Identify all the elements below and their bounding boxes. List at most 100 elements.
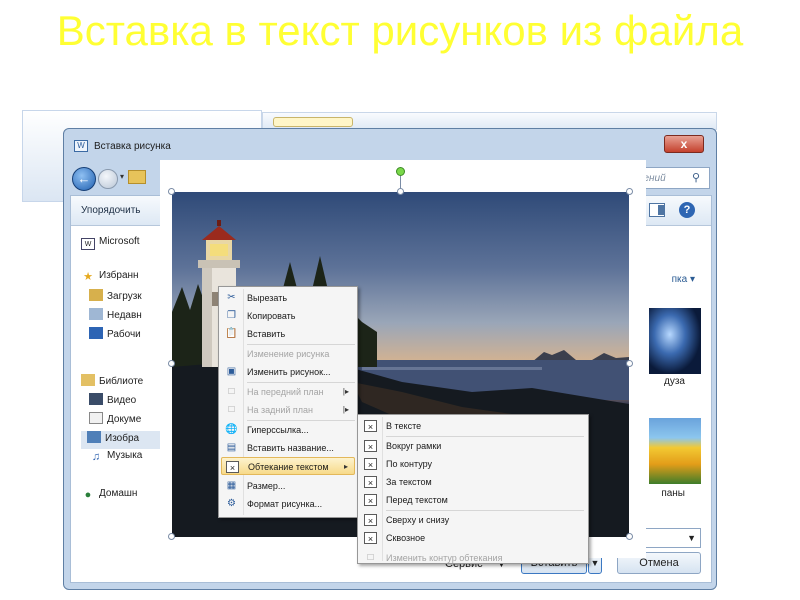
resize-handle-top[interactable]: [397, 188, 404, 195]
nav-item-label: Microsoft: [99, 236, 140, 247]
copy-icon: ❐: [227, 310, 236, 321]
wrap-tight[interactable]: × По контуру: [360, 455, 586, 473]
menu-item-label: Изменение рисунка: [247, 349, 330, 359]
wrap-in-line[interactable]: × В тексте: [360, 417, 586, 435]
preview-pane-icon[interactable]: [649, 203, 665, 217]
arrange-by-link[interactable]: пка ▾: [672, 274, 695, 285]
nav-item-label: Докуме: [107, 414, 142, 425]
nav-item-desktop[interactable]: Рабочи: [89, 327, 141, 345]
submenu-item-label: В тексте: [386, 421, 422, 431]
forward-button[interactable]: [98, 169, 118, 189]
nav-item-downloads[interactable]: Загрузк: [89, 289, 142, 307]
slide-title: Вставка в текст рисунков из файла: [56, 7, 744, 54]
menu-item-edit-picture: Изменение рисунка: [221, 345, 355, 363]
file-label[interactable]: паны: [661, 488, 685, 499]
text-wrap-submenu: × В тексте × Вокруг рамки × По контуру × За …: [357, 414, 589, 564]
menu-item-cut[interactable]: ✂ Вырезать: [221, 289, 355, 307]
video-icon: [89, 393, 103, 405]
dialog-titlebar[interactable]: W Вставка рисунка x: [64, 129, 716, 161]
format-picture-icon: ⚙: [227, 498, 236, 509]
nav-item-libraries[interactable]: Библиоте: [81, 374, 143, 392]
wrap-top-bottom-icon: ×: [364, 514, 377, 526]
menu-item-label: Вставить: [247, 329, 286, 339]
menu-item-insert-caption[interactable]: ▤ Вставить название...: [221, 439, 355, 457]
wrap-in-front-of-text[interactable]: × Перед текстом: [360, 491, 586, 509]
menu-item-copy[interactable]: ❐ Копировать: [221, 307, 355, 325]
nav-item-label: Избранн: [99, 270, 139, 281]
nav-item-documents[interactable]: Докуме: [89, 412, 141, 430]
wrap-behind-text[interactable]: × За текстом: [360, 473, 586, 491]
submenu-item-label: За текстом: [386, 477, 432, 487]
back-button[interactable]: ←: [72, 167, 96, 191]
submenu-arrow-icon: ▸: [343, 462, 348, 471]
nav-item-homegroup[interactable]: ● Домашн: [81, 488, 138, 506]
word-icon: W: [81, 238, 95, 250]
menu-item-format-picture[interactable]: ⚙ Формат рисунка...: [221, 495, 355, 513]
resize-handle-top-right[interactable]: [626, 188, 633, 195]
menu-item-label: Копировать: [247, 311, 296, 321]
menu-item-paste[interactable]: 📋 Вставить: [221, 325, 355, 343]
caption-icon: ▤: [226, 442, 237, 453]
nav-item-recent[interactable]: Недавн: [89, 308, 142, 326]
picture-context-menu: ✂ Вырезать ❐ Копировать 📋 Вставить Изменени…: [218, 286, 358, 518]
wrap-through[interactable]: × Сквозное: [360, 529, 586, 547]
wrap-behind-icon: ×: [364, 476, 377, 488]
file-thumbnail-jellyfish[interactable]: [649, 308, 701, 374]
resize-handle-bottom-right[interactable]: [626, 533, 633, 540]
submenu-item-label: Изменить контур обтекания: [386, 553, 503, 563]
size-icon: ▦: [226, 480, 237, 491]
nav-item-label: Недавн: [107, 310, 142, 321]
wrap-square-icon: ×: [364, 440, 377, 452]
bring-forward-icon: □: [228, 386, 235, 397]
resize-handle-top-left[interactable]: [168, 188, 175, 195]
nav-item-video[interactable]: Видео: [89, 393, 136, 411]
pictures-icon: [87, 431, 101, 443]
nav-item-microsoft[interactable]: W Microsoft: [81, 236, 140, 254]
submenu-item-label: Вокруг рамки: [386, 441, 442, 451]
menu-item-label: Изменить рисунок...: [247, 367, 331, 377]
documents-icon: [89, 412, 103, 424]
file-label[interactable]: дуза: [664, 376, 685, 387]
nav-item-label: Рабочи: [107, 329, 141, 340]
menu-item-label: На задний план: [247, 405, 314, 415]
submenu-item-label: По контуру: [386, 459, 433, 469]
edit-wrap-points-icon: □: [367, 552, 374, 563]
help-icon[interactable]: ?: [679, 202, 695, 218]
nav-item-label: Видео: [107, 395, 137, 406]
nav-item-music[interactable]: ♫ Музыка: [89, 450, 143, 468]
homegroup-icon: ●: [84, 489, 92, 501]
file-thumbnail-tulips[interactable]: [649, 418, 701, 484]
menu-item-text-wrapping[interactable]: × Обтекание текстом ▸: [221, 457, 355, 475]
submenu-item-label: Сверху и снизу: [386, 515, 450, 525]
wrap-tight-icon: ×: [364, 458, 377, 470]
close-button[interactable]: x: [664, 135, 704, 153]
nav-item-label: Домашн: [99, 488, 138, 499]
menu-item-hyperlink[interactable]: 🌐 Гиперссылка...: [221, 421, 355, 439]
menu-item-label: Обтекание текстом: [248, 462, 329, 472]
menu-item-change-picture[interactable]: ▣ Изменить рисунок...: [221, 363, 355, 381]
wrap-square[interactable]: × Вокруг рамки: [360, 437, 586, 455]
change-picture-icon: ▣: [226, 366, 237, 377]
text-wrap-icon: ×: [226, 461, 239, 473]
nav-item-label: Загрузк: [107, 291, 142, 302]
submenu-arrow-icon: |▸: [342, 387, 349, 396]
menu-item-label: Вырезать: [247, 293, 288, 303]
send-backward-icon: □: [228, 404, 235, 415]
resize-handle-bottom-left[interactable]: [168, 533, 175, 540]
dialog-title: Вставка рисунка: [94, 141, 171, 152]
nav-item-label: Библиоте: [99, 376, 144, 387]
rotate-handle[interactable]: [396, 167, 405, 176]
menu-item-label: Формат рисунка...: [247, 499, 323, 509]
wrap-top-bottom[interactable]: × Сверху и снизу: [360, 511, 586, 529]
nav-item-label: Изобра: [105, 433, 140, 444]
history-dropdown-icon[interactable]: ▾: [120, 172, 124, 181]
chevron-down-icon: ▼: [687, 533, 696, 543]
organize-button[interactable]: Упорядочить: [81, 205, 141, 216]
resize-handle-right[interactable]: [626, 360, 633, 367]
menu-item-size[interactable]: ▦ Размер...: [221, 477, 355, 495]
submenu-arrow-icon: |▸: [342, 405, 349, 414]
submenu-item-label: Сквозное: [386, 533, 426, 543]
resize-handle-left[interactable]: [168, 360, 175, 367]
nav-item-favorites[interactable]: ★ Избранн: [81, 270, 139, 288]
search-icon[interactable]: ⚲: [692, 171, 706, 185]
